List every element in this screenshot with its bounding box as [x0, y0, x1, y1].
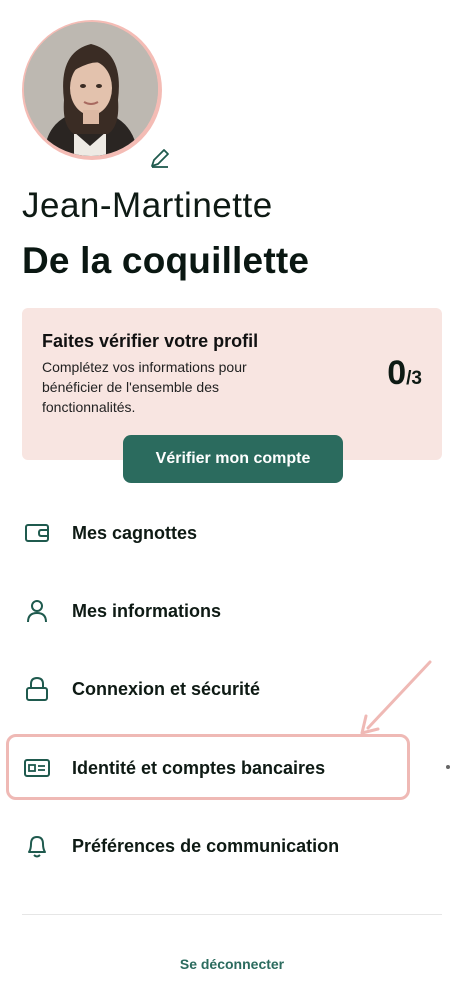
verification-count: 0 — [387, 354, 407, 392]
pencil-icon — [151, 149, 169, 168]
profile-first-name: Jean-Martinette — [22, 186, 273, 225]
verification-title: Faites vérifier votre profil — [42, 331, 259, 351]
id-card-icon — [22, 753, 52, 783]
verification-description: Complétez vos informations pour bénéfici… — [42, 359, 247, 415]
verify-account-button[interactable]: Vérifier mon compte — [123, 435, 343, 483]
menu-item-label: Mes cagnottes — [72, 522, 198, 543]
logout-link[interactable]: Se déconnecter — [0, 956, 450, 972]
bell-icon — [22, 831, 52, 861]
lock-icon — [22, 674, 52, 704]
menu-item-label: Identité et comptes bancaires — [72, 757, 326, 778]
menu-item-securite[interactable]: Connexion et sécurité — [22, 669, 422, 709]
avatar-photo — [24, 22, 158, 156]
verification-total: /3 — [406, 368, 422, 389]
profile-last-name: De la coquillette — [22, 240, 310, 281]
verification-progress: 0/3 — [387, 354, 422, 393]
menu-item-label: Préférences de communication — [72, 835, 340, 856]
menu-item-informations[interactable]: Mes informations — [22, 591, 422, 631]
menu-item-label: Connexion et sécurité — [72, 678, 261, 699]
scroll-indicator — [446, 765, 450, 769]
menu-item-label: Mes informations — [72, 600, 222, 621]
menu-item-cagnottes[interactable]: Mes cagnottes — [22, 513, 422, 553]
avatar-container — [22, 20, 180, 178]
edit-avatar-button[interactable] — [140, 138, 180, 178]
menu-item-identite[interactable]: Identité et comptes bancaires — [22, 748, 422, 788]
avatar[interactable] — [24, 22, 158, 156]
wallet-icon — [22, 518, 52, 548]
user-icon — [22, 596, 52, 626]
divider — [22, 914, 442, 915]
menu-item-preferences[interactable]: Préférences de communication — [22, 826, 422, 866]
